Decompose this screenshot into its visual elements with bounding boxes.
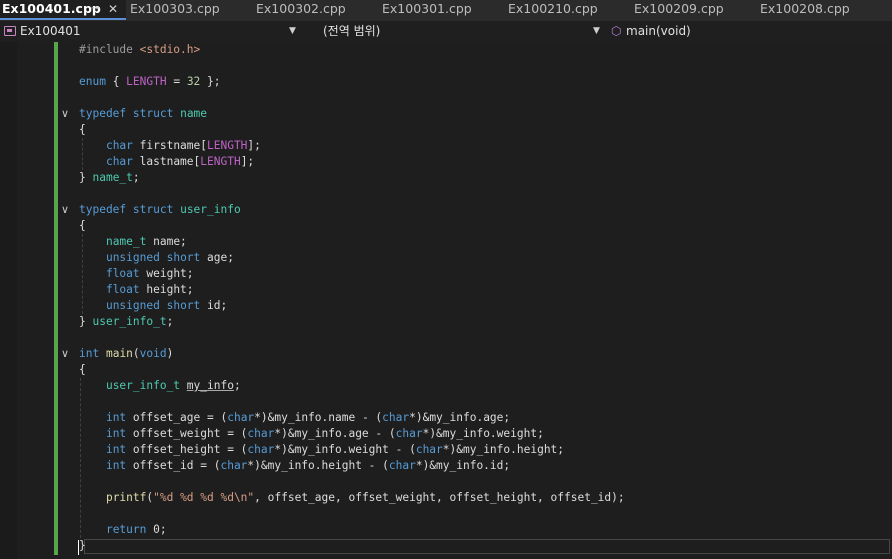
glyph-margin bbox=[0, 42, 17, 559]
code-line: typedef struct name bbox=[79, 107, 208, 120]
code-line: user_info_t my_info; bbox=[105, 379, 241, 392]
code-line: } user_info_t; bbox=[79, 315, 174, 328]
close-icon[interactable]: ✕ bbox=[108, 0, 118, 18]
member-name: main(void) bbox=[626, 24, 691, 38]
chevron-down-icon: ▼ bbox=[593, 26, 600, 36]
code-line: float weight; bbox=[105, 267, 194, 280]
fold-chevron-icon[interactable]: ∨ bbox=[59, 108, 71, 120]
code-editor[interactable]: ∨ ∨ ∨ #include <stdio.h> enum { LENGTH =… bbox=[0, 42, 892, 559]
project-name: Ex100401 bbox=[20, 24, 81, 38]
code-line: } bbox=[79, 539, 86, 552]
code-line: float height; bbox=[105, 283, 194, 296]
code-line: char lastname[LENGTH]; bbox=[105, 155, 255, 168]
tab-ex100302[interactable]: Ex100302.cpp bbox=[256, 0, 346, 20]
fold-chevron-icon[interactable]: ∨ bbox=[59, 204, 71, 216]
tab-ex100303[interactable]: Ex100303.cpp bbox=[130, 0, 220, 20]
scope-name: (전역 범위) bbox=[323, 24, 381, 38]
code-line: { bbox=[79, 219, 86, 232]
code-line: int offset_id = (char*)&my_info.height -… bbox=[105, 459, 511, 472]
current-line-highlight bbox=[84, 539, 890, 554]
code-line: int offset_height = (char*)&my_info.weig… bbox=[105, 443, 565, 456]
tab-ex100401[interactable]: Ex100401.cpp ⊸ ✕ bbox=[0, 0, 126, 20]
tab-ex100208[interactable]: Ex100208.cpp bbox=[760, 0, 850, 20]
code-line: printf("%d %d %d %d\n", offset_age, offs… bbox=[105, 491, 625, 504]
code-line: } name_t; bbox=[79, 171, 140, 184]
tab-label: Ex100209.cpp bbox=[634, 1, 724, 16]
fold-chevron-icon[interactable]: ∨ bbox=[59, 348, 71, 360]
member-dropdown[interactable]: ⬡ main(void) bbox=[609, 21, 892, 43]
change-tracking-bar bbox=[54, 42, 58, 555]
text-caret bbox=[78, 540, 79, 555]
tab-label: Ex100303.cpp bbox=[130, 1, 220, 16]
code-line: int offset_weight = (char*)&my_info.age … bbox=[105, 427, 544, 440]
navigation-bar: Ex100401 ▼ (전역 범위) ▼ ⬡ main(void) bbox=[0, 20, 892, 44]
cpp-project-icon bbox=[4, 26, 16, 36]
tab-ex100210[interactable]: Ex100210.cpp bbox=[508, 0, 598, 20]
code-line: enum { LENGTH = 32 }; bbox=[79, 75, 221, 88]
tab-label: Ex100302.cpp bbox=[256, 1, 346, 16]
code-line: unsigned short age; bbox=[105, 251, 234, 264]
tab-label: Ex100208.cpp bbox=[760, 1, 850, 16]
tab-ex100209[interactable]: Ex100209.cpp bbox=[634, 0, 724, 20]
tab-label: Ex100210.cpp bbox=[508, 1, 598, 16]
scope-dropdown[interactable]: (전역 범위) ▼ bbox=[305, 21, 605, 43]
document-tab-strip: Ex100401.cpp ⊸ ✕ Ex100303.cpp Ex100302.c… bbox=[0, 0, 892, 20]
tab-label: Ex100401.cpp bbox=[2, 1, 101, 16]
tab-label: Ex100301.cpp bbox=[382, 1, 472, 16]
code-line: char firstname[LENGTH]; bbox=[105, 139, 261, 152]
code-line: name_t name; bbox=[105, 235, 187, 248]
method-cube-icon: ⬡ bbox=[611, 24, 622, 38]
chevron-down-icon: ▼ bbox=[289, 26, 296, 36]
code-line: { bbox=[79, 123, 86, 136]
pin-icon[interactable]: ⊸ bbox=[91, 0, 99, 18]
code-line: return 0; bbox=[105, 523, 167, 536]
code-line: typedef struct user_info bbox=[79, 203, 241, 216]
code-line: #include <stdio.h> bbox=[79, 43, 201, 56]
code-line: int main(void) bbox=[79, 347, 174, 360]
tab-ex100301[interactable]: Ex100301.cpp bbox=[382, 0, 472, 20]
code-line: unsigned short id; bbox=[105, 299, 228, 312]
project-dropdown[interactable]: Ex100401 ▼ bbox=[0, 21, 300, 43]
code-line: int offset_age = (char*)&my_info.name - … bbox=[105, 411, 511, 424]
code-line: { bbox=[79, 363, 86, 376]
